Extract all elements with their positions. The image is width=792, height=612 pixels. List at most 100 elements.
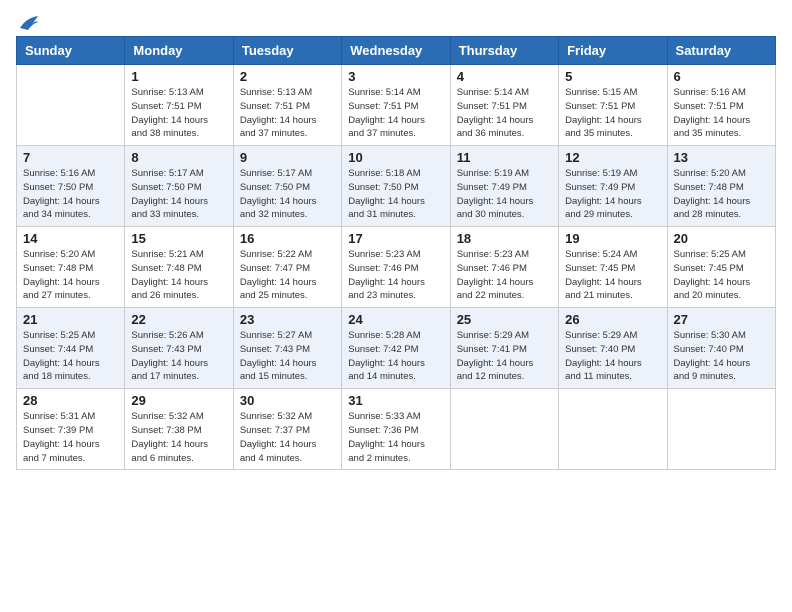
calendar-cell: 31Sunrise: 5:33 AMSunset: 7:36 PMDayligh… (342, 389, 450, 470)
logo-bird-icon (18, 14, 40, 32)
calendar-cell: 6 Sunrise: 5:16 AMSunset: 7:51 PMDaylight… (667, 65, 775, 146)
calendar-cell: 19 Sunrise: 5:24 AMSunset: 7:45 PMDayligh… (559, 227, 667, 308)
day-info: Sunrise: 5:17 AMSunset: 7:50 PMDaylight:… (240, 167, 335, 222)
day-info: Sunrise: 5:16 AMSunset: 7:51 PMDaylight:… (674, 86, 769, 141)
day-info: Sunrise: 5:22 AMSunset: 7:47 PMDaylight:… (240, 248, 335, 303)
calendar-cell: 13 Sunrise: 5:20 AMSunset: 7:48 PMDayligh… (667, 146, 775, 227)
day-info: Sunrise: 5:25 AMSunset: 7:45 PMDaylight:… (674, 248, 769, 303)
day-info: Sunrise: 5:18 AMSunset: 7:50 PMDaylight:… (348, 167, 443, 222)
day-info: Sunrise: 5:15 AMSunset: 7:51 PMDaylight:… (565, 86, 660, 141)
calendar-cell: 20 Sunrise: 5:25 AMSunset: 7:45 PMDayligh… (667, 227, 775, 308)
calendar-cell: 1 Sunrise: 5:13 AMSunset: 7:51 PMDaylight… (125, 65, 233, 146)
day-info: Sunrise: 5:19 AMSunset: 7:49 PMDaylight:… (565, 167, 660, 222)
day-info: Sunrise: 5:27 AMSunset: 7:43 PMDaylight:… (240, 329, 335, 384)
calendar-cell: 12 Sunrise: 5:19 AMSunset: 7:49 PMDayligh… (559, 146, 667, 227)
day-number: 17 (348, 231, 443, 246)
calendar-cell: 26 Sunrise: 5:29 AMSunset: 7:40 PMDayligh… (559, 308, 667, 389)
weekday-header-wednesday: Wednesday (342, 37, 450, 65)
day-number: 15 (131, 231, 226, 246)
day-number: 3 (348, 69, 443, 84)
calendar-cell: 30 Sunrise: 5:32 AMSunset: 7:37 PMDayligh… (233, 389, 341, 470)
day-info: Sunrise: 5:30 AMSunset: 7:40 PMDaylight:… (674, 329, 769, 384)
day-number: 23 (240, 312, 335, 327)
calendar-cell: 28Sunrise: 5:31 AMSunset: 7:39 PMDayligh… (17, 389, 125, 470)
calendar-cell: 2Sunrise: 5:13 AMSunset: 7:51 PMDaylight… (233, 65, 341, 146)
day-info: Sunrise: 5:25 AMSunset: 7:44 PMDaylight:… (23, 329, 118, 384)
day-number: 18 (457, 231, 552, 246)
day-number: 29 (131, 393, 226, 408)
day-info: Sunrise: 5:29 AMSunset: 7:40 PMDaylight:… (565, 329, 660, 384)
day-info: Sunrise: 5:24 AMSunset: 7:45 PMDaylight:… (565, 248, 660, 303)
calendar-cell: 14Sunrise: 5:20 AMSunset: 7:48 PMDayligh… (17, 227, 125, 308)
day-number: 21 (23, 312, 118, 327)
calendar-week-row: 7 Sunrise: 5:16 AMSunset: 7:50 PMDaylight… (17, 146, 776, 227)
weekday-header-friday: Friday (559, 37, 667, 65)
day-info: Sunrise: 5:14 AMSunset: 7:51 PMDaylight:… (457, 86, 552, 141)
day-number: 31 (348, 393, 443, 408)
day-info: Sunrise: 5:23 AMSunset: 7:46 PMDaylight:… (348, 248, 443, 303)
calendar-week-row: 14Sunrise: 5:20 AMSunset: 7:48 PMDayligh… (17, 227, 776, 308)
weekday-header-monday: Monday (125, 37, 233, 65)
calendar-week-row: 28Sunrise: 5:31 AMSunset: 7:39 PMDayligh… (17, 389, 776, 470)
day-number: 25 (457, 312, 552, 327)
header (16, 10, 776, 32)
day-number: 1 (131, 69, 226, 84)
calendar-cell: 4 Sunrise: 5:14 AMSunset: 7:51 PMDaylight… (450, 65, 558, 146)
day-number: 19 (565, 231, 660, 246)
calendar-cell: 23 Sunrise: 5:27 AMSunset: 7:43 PMDayligh… (233, 308, 341, 389)
day-number: 26 (565, 312, 660, 327)
day-info: Sunrise: 5:23 AMSunset: 7:46 PMDaylight:… (457, 248, 552, 303)
day-info: Sunrise: 5:13 AMSunset: 7:51 PMDaylight:… (131, 86, 226, 141)
weekday-header-saturday: Saturday (667, 37, 775, 65)
day-info: Sunrise: 5:31 AMSunset: 7:39 PMDaylight:… (23, 410, 118, 465)
calendar-cell: 5 Sunrise: 5:15 AMSunset: 7:51 PMDaylight… (559, 65, 667, 146)
day-info: Sunrise: 5:21 AMSunset: 7:48 PMDaylight:… (131, 248, 226, 303)
calendar-cell: 7 Sunrise: 5:16 AMSunset: 7:50 PMDaylight… (17, 146, 125, 227)
day-number: 30 (240, 393, 335, 408)
calendar-cell (17, 65, 125, 146)
calendar-cell: 24Sunrise: 5:28 AMSunset: 7:42 PMDayligh… (342, 308, 450, 389)
day-number: 10 (348, 150, 443, 165)
day-info: Sunrise: 5:17 AMSunset: 7:50 PMDaylight:… (131, 167, 226, 222)
day-number: 22 (131, 312, 226, 327)
day-number: 20 (674, 231, 769, 246)
calendar-table: SundayMondayTuesdayWednesdayThursdayFrid… (16, 36, 776, 470)
calendar-cell: 25 Sunrise: 5:29 AMSunset: 7:41 PMDayligh… (450, 308, 558, 389)
day-number: 24 (348, 312, 443, 327)
calendar-cell: 15 Sunrise: 5:21 AMSunset: 7:48 PMDayligh… (125, 227, 233, 308)
calendar-cell: 10 Sunrise: 5:18 AMSunset: 7:50 PMDayligh… (342, 146, 450, 227)
day-info: Sunrise: 5:20 AMSunset: 7:48 PMDaylight:… (674, 167, 769, 222)
day-number: 6 (674, 69, 769, 84)
calendar-cell (667, 389, 775, 470)
page: SundayMondayTuesdayWednesdayThursdayFrid… (0, 0, 792, 486)
day-number: 4 (457, 69, 552, 84)
day-number: 9 (240, 150, 335, 165)
calendar-cell: 22 Sunrise: 5:26 AMSunset: 7:43 PMDayligh… (125, 308, 233, 389)
day-info: Sunrise: 5:19 AMSunset: 7:49 PMDaylight:… (457, 167, 552, 222)
day-number: 7 (23, 150, 118, 165)
calendar-cell: 3Sunrise: 5:14 AMSunset: 7:51 PMDaylight… (342, 65, 450, 146)
day-number: 12 (565, 150, 660, 165)
weekday-header-tuesday: Tuesday (233, 37, 341, 65)
calendar-cell: 18 Sunrise: 5:23 AMSunset: 7:46 PMDayligh… (450, 227, 558, 308)
day-info: Sunrise: 5:26 AMSunset: 7:43 PMDaylight:… (131, 329, 226, 384)
weekday-header-row: SundayMondayTuesdayWednesdayThursdayFrid… (17, 37, 776, 65)
day-number: 11 (457, 150, 552, 165)
calendar-cell: 17 Sunrise: 5:23 AMSunset: 7:46 PMDayligh… (342, 227, 450, 308)
day-info: Sunrise: 5:29 AMSunset: 7:41 PMDaylight:… (457, 329, 552, 384)
day-number: 2 (240, 69, 335, 84)
day-info: Sunrise: 5:32 AMSunset: 7:37 PMDaylight:… (240, 410, 335, 465)
day-number: 8 (131, 150, 226, 165)
day-number: 27 (674, 312, 769, 327)
calendar-week-row: 1 Sunrise: 5:13 AMSunset: 7:51 PMDaylight… (17, 65, 776, 146)
day-info: Sunrise: 5:16 AMSunset: 7:50 PMDaylight:… (23, 167, 118, 222)
day-number: 16 (240, 231, 335, 246)
day-number: 5 (565, 69, 660, 84)
day-number: 14 (23, 231, 118, 246)
calendar-cell: 21 Sunrise: 5:25 AMSunset: 7:44 PMDayligh… (17, 308, 125, 389)
calendar-cell (559, 389, 667, 470)
calendar-week-row: 21 Sunrise: 5:25 AMSunset: 7:44 PMDayligh… (17, 308, 776, 389)
day-number: 13 (674, 150, 769, 165)
calendar-cell: 11 Sunrise: 5:19 AMSunset: 7:49 PMDayligh… (450, 146, 558, 227)
calendar-cell: 8 Sunrise: 5:17 AMSunset: 7:50 PMDaylight… (125, 146, 233, 227)
